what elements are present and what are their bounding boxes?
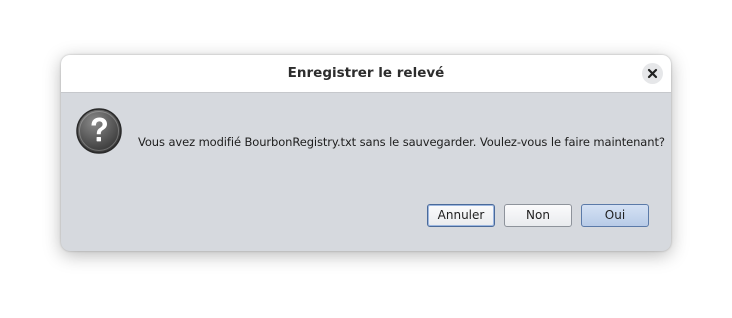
cancel-button[interactable]: Annuler bbox=[427, 204, 495, 227]
no-button[interactable]: Non bbox=[504, 204, 572, 227]
close-button[interactable] bbox=[642, 63, 663, 84]
yes-button[interactable]: Oui bbox=[581, 204, 649, 227]
dialog-message: Vous avez modifié BourbonRegistry.txt sa… bbox=[138, 135, 665, 149]
close-icon bbox=[647, 68, 658, 79]
dialog-titlebar: Enregistrer le relevé bbox=[61, 55, 671, 93]
dialog-title: Enregistrer le relevé bbox=[287, 65, 445, 81]
question-mark-icon bbox=[76, 108, 122, 154]
save-dialog: Enregistrer le relevé Vous avez modifié … bbox=[61, 55, 671, 251]
